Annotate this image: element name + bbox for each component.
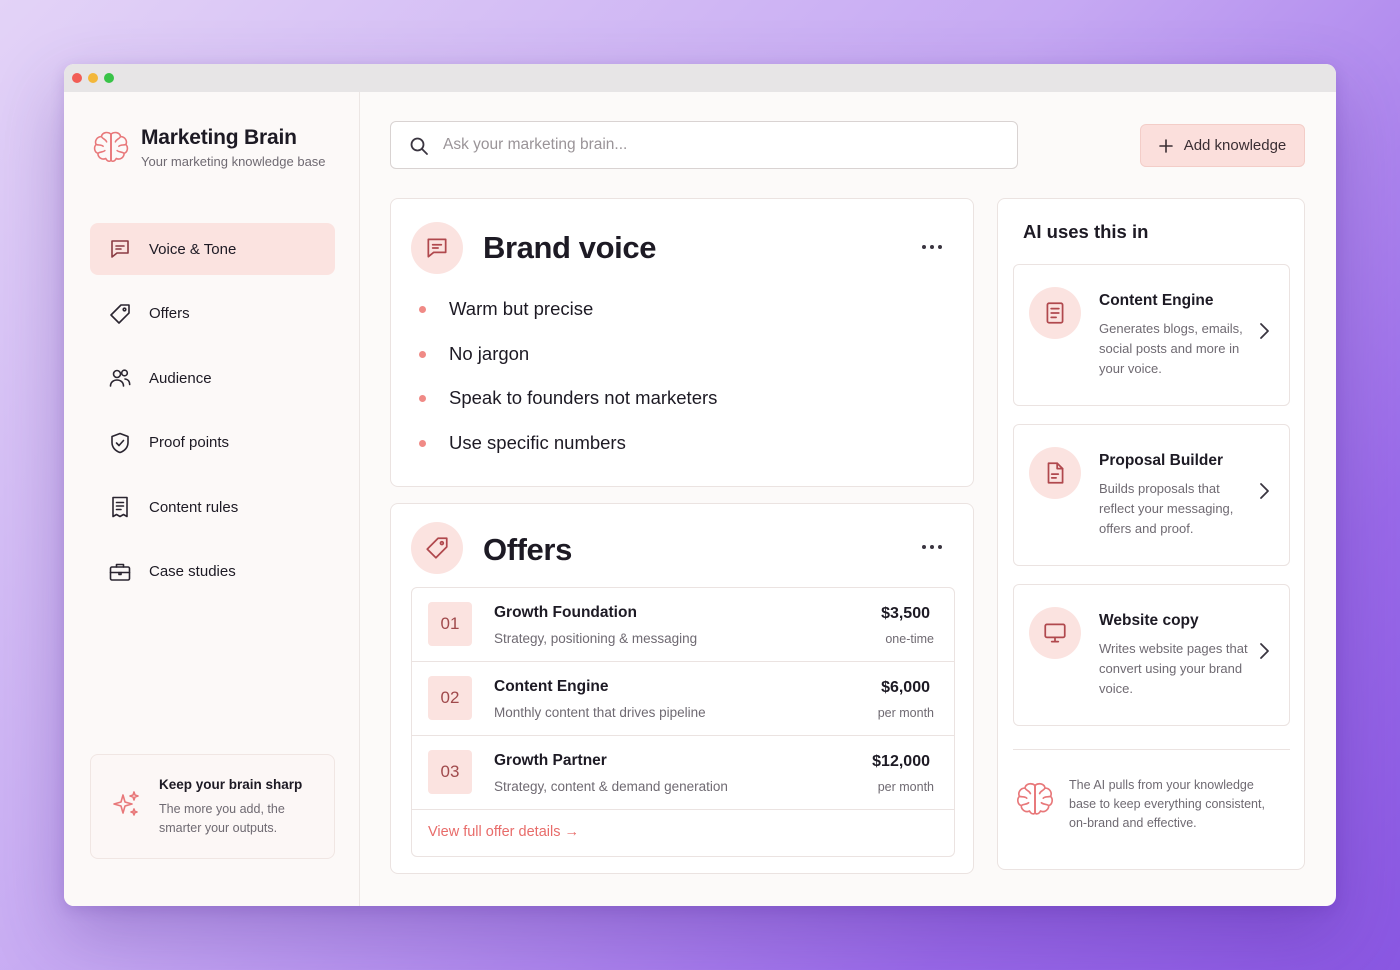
ai-item-name: Website copy (1099, 612, 1199, 629)
tip-card: Keep your brain sharp The more you add, … (90, 754, 335, 859)
sidebar-item-label: Proof points (149, 434, 230, 452)
offer-number: 02 (428, 676, 472, 720)
chevron-right-icon (1260, 643, 1269, 659)
offer-number: 03 (428, 750, 472, 794)
more-options-icon[interactable] (921, 244, 943, 250)
list-item: No jargon (419, 342, 717, 387)
divider (1013, 749, 1290, 750)
sidebar-item-offers[interactable]: Offers (90, 288, 335, 340)
offer-billing-unit: one-time (885, 632, 934, 646)
offer-name: Growth Foundation (494, 604, 637, 621)
view-offer-details-link[interactable]: View full offer details → (428, 824, 579, 840)
offer-description: Strategy, content & demand generation (494, 779, 728, 794)
search-icon (410, 137, 428, 155)
brand-voice-list: Warm but precise No jargon Speak to foun… (419, 297, 717, 475)
ai-item-description: Builds proposals that reflect your messa… (1099, 481, 1234, 536)
close-window-button[interactable] (72, 73, 82, 83)
table-row[interactable]: 03 Growth Partner Strategy, content & de… (412, 736, 954, 810)
offer-price: $12,000 (872, 753, 930, 770)
minimize-window-button[interactable] (88, 73, 98, 83)
sidebar-nav: Voice & Tone Offers Audience Proof point… (90, 223, 335, 611)
list-item: Warm but precise (419, 297, 717, 342)
sidebar-item-label: Audience (149, 369, 212, 387)
offer-billing-unit: per month (877, 706, 934, 720)
search-input[interactable] (443, 123, 1003, 167)
file-icon (1047, 462, 1064, 484)
list-item: Use specific numbers (419, 431, 717, 476)
offer-description: Monthly content that drives pipeline (494, 705, 706, 720)
offers-table: 01 Growth Foundation Strategy, positioni… (411, 587, 955, 857)
ai-item-name: Proposal Builder (1099, 452, 1224, 469)
ai-usage-panel: AI uses this in Content Engine Generates… (997, 198, 1305, 870)
users-icon (109, 369, 131, 387)
brand-voice-card: Brand voice Warm but precise No jargon S… (390, 198, 974, 487)
ai-item-proposal-builder[interactable]: Proposal Builder Builds proposals that r… (1013, 424, 1290, 566)
ai-item-content-engine[interactable]: Content Engine Generates blogs, emails, … (1013, 264, 1290, 406)
brand-voice-title: Brand voice (483, 230, 657, 265)
briefcase-icon (109, 563, 131, 581)
app-window: Marketing Brain Your marketing knowledge… (64, 64, 1336, 906)
offer-price: $6,000 (881, 679, 930, 696)
maximize-window-button[interactable] (104, 73, 114, 83)
brand-voice-icon-badge (411, 222, 463, 274)
tag-icon (110, 303, 130, 324)
monitor-icon (1044, 623, 1066, 643)
ai-panel-title: AI uses this in (1023, 221, 1149, 242)
table-row[interactable]: 02 Content Engine Monthly content that d… (412, 662, 954, 736)
app-subtitle: Your marketing knowledge base (141, 154, 326, 169)
shield-check-icon (111, 432, 129, 454)
ai-item-website-copy[interactable]: Website copy Writes website pages that c… (1013, 584, 1290, 726)
chevron-right-icon (1260, 323, 1269, 339)
offer-description: Strategy, positioning & messaging (494, 631, 698, 646)
offer-billing-unit: per month (877, 780, 934, 794)
ai-item-name: Content Engine (1099, 292, 1214, 309)
document-icon (1046, 302, 1064, 324)
sidebar-item-case-studies[interactable]: Case studies (90, 546, 335, 598)
more-options-icon[interactable] (921, 544, 943, 550)
brain-icon (1016, 782, 1054, 815)
ai-item-icon-badge (1029, 607, 1081, 659)
offers-title: Offers (483, 532, 572, 567)
chevron-right-icon (1260, 483, 1269, 499)
ai-item-icon-badge (1029, 447, 1081, 499)
search-bar[interactable] (390, 121, 1018, 169)
ai-item-description: Generates blogs, emails, social posts an… (1099, 321, 1243, 376)
sidebar: Marketing Brain Your marketing knowledge… (64, 92, 360, 906)
brain-logo-icon (93, 131, 129, 162)
list-item: Speak to founders not marketers (419, 386, 717, 431)
sidebar-item-label: Offers (149, 305, 190, 323)
ai-item-description: Writes website pages that convert using … (1099, 641, 1248, 696)
tip-title: Keep your brain sharp (159, 777, 303, 792)
table-row[interactable]: 01 Growth Foundation Strategy, positioni… (412, 588, 954, 662)
sidebar-item-content-rules[interactable]: Content rules (90, 481, 335, 533)
offer-number: 01 (428, 602, 472, 646)
add-knowledge-label: Add knowledge (1183, 137, 1287, 154)
offer-name: Content Engine (494, 678, 609, 695)
brand: Marketing Brain Your marketing knowledge… (90, 126, 326, 169)
sidebar-item-voice-tone[interactable]: Voice & Tone (90, 223, 335, 275)
chat-icon (111, 240, 129, 258)
sidebar-item-label: Voice & Tone (149, 240, 237, 258)
chat-icon (427, 238, 447, 258)
sidebar-item-label: Content rules (149, 498, 239, 516)
sparkles-icon (113, 791, 139, 816)
tip-text: The more you add, the smarter your outpu… (159, 802, 285, 835)
ai-panel-note: The AI pulls from your knowledge base to… (1069, 778, 1265, 830)
ai-item-icon-badge (1029, 287, 1081, 339)
app-title: Marketing Brain (141, 126, 297, 149)
plus-icon (1158, 138, 1173, 153)
offers-icon-badge (411, 522, 463, 574)
offer-name: Growth Partner (494, 752, 607, 769)
tag-icon (426, 537, 448, 559)
add-knowledge-button[interactable]: Add knowledge (1140, 124, 1305, 167)
offer-price: $3,500 (881, 605, 930, 622)
sidebar-item-label: Case studies (149, 563, 236, 581)
receipt-icon (112, 497, 128, 518)
offers-card: Offers 01 Growth Foundation Strategy, po… (390, 503, 974, 874)
sidebar-item-audience[interactable]: Audience (90, 352, 335, 404)
sidebar-item-proof-points[interactable]: Proof points (90, 417, 335, 469)
title-bar (64, 64, 1336, 92)
